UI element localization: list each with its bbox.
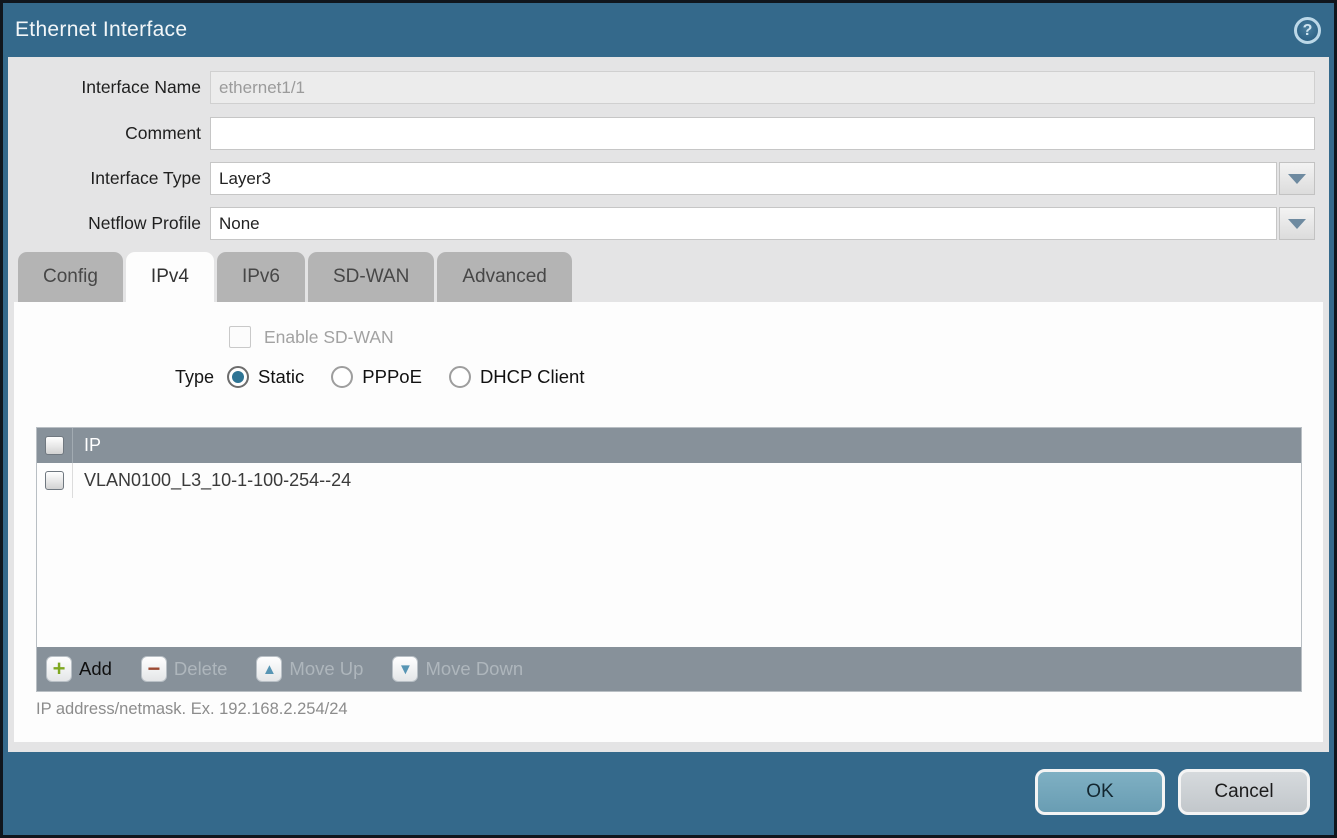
- comment-input[interactable]: [210, 117, 1315, 150]
- radio-dhcp-client-label: DHCP Client: [480, 366, 585, 388]
- cancel-button[interactable]: Cancel: [1178, 769, 1310, 815]
- chevron-down-icon: [1288, 174, 1306, 184]
- ip-table-header: IP: [37, 428, 1301, 463]
- enable-sdwan-label: Enable SD-WAN: [264, 327, 394, 348]
- radio-static-label: Static: [258, 366, 304, 388]
- arrow-up-icon: ▲: [256, 656, 282, 682]
- type-row: Type Static PPPoE DHCP Client: [14, 366, 584, 388]
- radio-static[interactable]: [227, 366, 249, 388]
- radio-dhcp-client[interactable]: [449, 366, 471, 388]
- dialog-title: Ethernet Interface: [15, 3, 187, 57]
- ip-format-hint: IP address/netmask. Ex. 192.168.2.254/24: [36, 700, 348, 719]
- ipv4-tab-panel: Enable SD-WAN Type Static PPPoE DHCP Cli…: [14, 302, 1323, 742]
- title-bar: Ethernet Interface ?: [3, 3, 1334, 57]
- tab-advanced[interactable]: Advanced: [437, 252, 572, 302]
- tab-bar: Config IPv4 IPv6 SD-WAN Advanced: [18, 252, 572, 304]
- add-button[interactable]: + Add: [46, 656, 112, 682]
- ok-button[interactable]: OK: [1035, 769, 1165, 815]
- dialog-frame: Ethernet Interface ? Interface Name ethe…: [3, 3, 1334, 835]
- tab-ipv4[interactable]: IPv4: [126, 252, 214, 304]
- tab-ipv6[interactable]: IPv6: [217, 252, 305, 302]
- radio-pppoe[interactable]: [331, 366, 353, 388]
- ip-table: IP VLAN0100_L3_10-1-100-254--24 +: [36, 427, 1302, 692]
- enable-sdwan-checkbox[interactable]: [229, 326, 251, 348]
- netflow-profile-dropdown-button[interactable]: [1279, 207, 1315, 240]
- row-checkbox[interactable]: [45, 471, 64, 490]
- move-down-button[interactable]: ▼ Move Down: [392, 656, 523, 682]
- ip-column-header: IP: [73, 435, 101, 456]
- ip-table-toolbar: + Add − Delete ▲ Move Up ▼: [37, 647, 1301, 691]
- add-button-label: Add: [79, 658, 112, 680]
- help-icon[interactable]: ?: [1294, 17, 1321, 44]
- chevron-down-icon: [1288, 219, 1306, 229]
- row-checkbox-cell: [37, 463, 73, 498]
- netflow-profile-label: Netflow Profile: [8, 207, 210, 240]
- interface-name-field: ethernet1/1: [210, 71, 1315, 104]
- enable-sdwan-row: Enable SD-WAN: [229, 326, 394, 348]
- interface-type-label: Interface Type: [8, 162, 210, 195]
- ip-table-body: VLAN0100_L3_10-1-100-254--24: [37, 463, 1301, 647]
- dialog-body: Interface Name ethernet1/1 Comment Inter…: [8, 57, 1329, 752]
- comment-label: Comment: [8, 117, 210, 150]
- netflow-profile-row: Netflow Profile None: [8, 207, 1315, 240]
- interface-type-dropdown-button[interactable]: [1279, 162, 1315, 195]
- move-up-button-label: Move Up: [289, 658, 363, 680]
- plus-icon: +: [46, 656, 72, 682]
- select-all-checkbox[interactable]: [45, 436, 64, 455]
- row-ip-value: VLAN0100_L3_10-1-100-254--24: [73, 470, 351, 491]
- netflow-profile-select[interactable]: None: [210, 207, 1277, 240]
- move-up-button[interactable]: ▲ Move Up: [256, 656, 363, 682]
- delete-button-label: Delete: [174, 658, 227, 680]
- minus-icon: −: [141, 656, 167, 682]
- radio-pppoe-label: PPPoE: [362, 366, 422, 388]
- comment-row: Comment: [8, 117, 1315, 150]
- type-label: Type: [14, 367, 214, 388]
- arrow-down-icon: ▼: [392, 656, 418, 682]
- delete-button[interactable]: − Delete: [141, 656, 227, 682]
- select-all-cell: [37, 428, 73, 463]
- move-down-button-label: Move Down: [425, 658, 523, 680]
- interface-name-row: Interface Name ethernet1/1: [8, 71, 1315, 104]
- interface-type-select[interactable]: Layer3: [210, 162, 1277, 195]
- ethernet-interface-dialog: Ethernet Interface ? Interface Name ethe…: [0, 0, 1337, 838]
- table-row[interactable]: VLAN0100_L3_10-1-100-254--24: [37, 463, 1301, 498]
- interface-type-row: Interface Type Layer3: [8, 162, 1315, 195]
- tab-sdwan[interactable]: SD-WAN: [308, 252, 434, 302]
- interface-name-label: Interface Name: [8, 71, 210, 104]
- tab-config[interactable]: Config: [18, 252, 123, 302]
